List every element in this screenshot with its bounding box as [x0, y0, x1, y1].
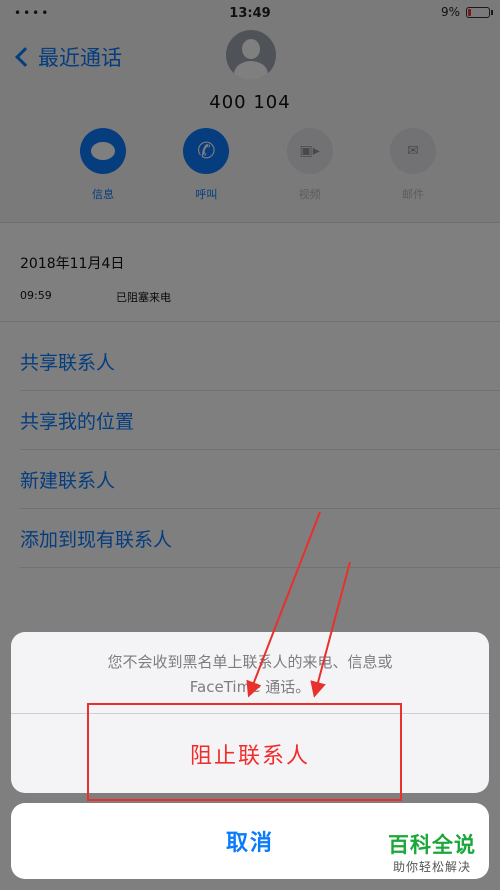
- action-sheet-message-line1: 您不会收到黑名单上联系人的来电、信息或: [107, 653, 393, 671]
- watermark-sub: 助你轻松解决: [392, 860, 471, 874]
- action-sheet-message: 您不会收到黑名单上联系人的来电、信息或 FaceTime 通话。: [11, 650, 489, 700]
- annotation-highlight-box: [87, 703, 402, 801]
- watermark-main: 百科全说: [388, 833, 476, 857]
- watermark-logo: 百科全说 助你轻松解决: [378, 832, 486, 884]
- action-sheet-message-line2: FaceTime 通话。: [189, 678, 311, 696]
